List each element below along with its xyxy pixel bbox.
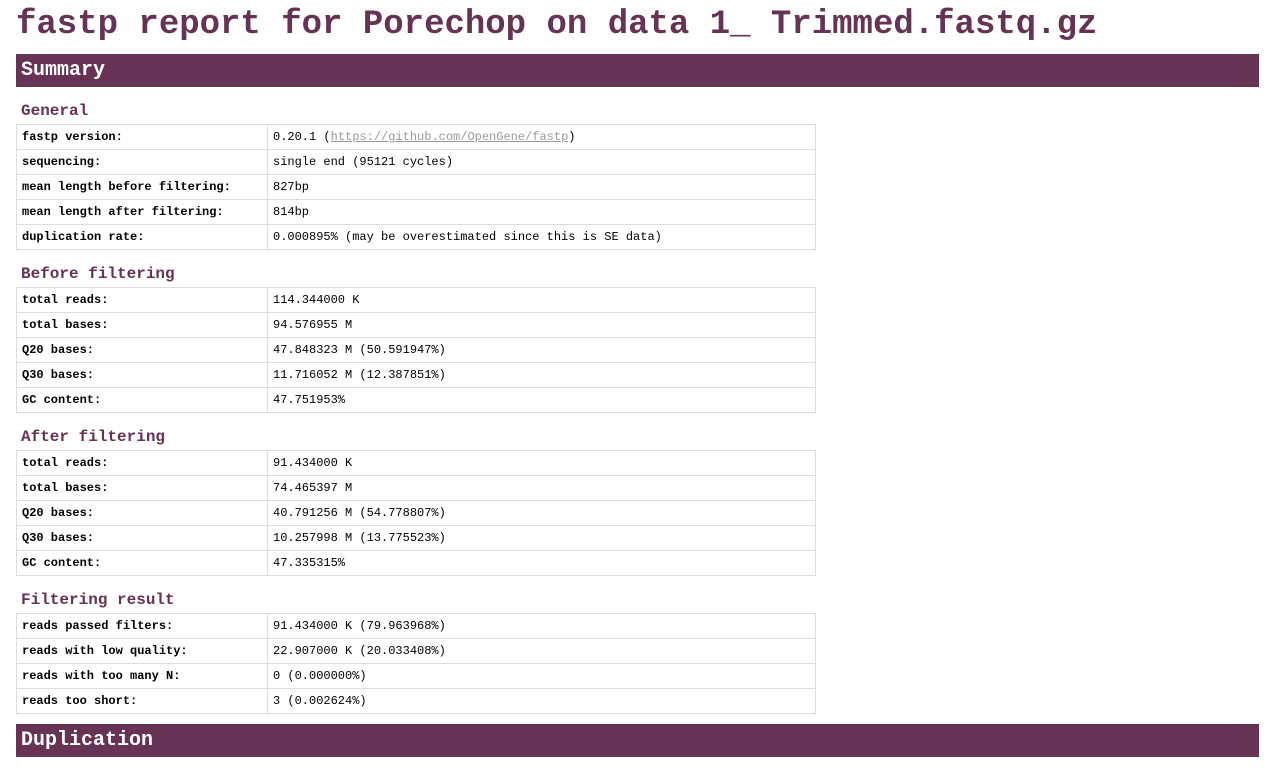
row-value: 0.20.1 (https://github.com/OpenGene/fast… <box>267 124 816 150</box>
row-value: 10.257998 M (13.775523%) <box>267 525 816 551</box>
row-label: reads with too many N: <box>16 663 268 689</box>
after-filtering-table: total reads: 91.434000 Ktotal bases: 74.46… <box>16 450 816 576</box>
table-row: total bases: 94.576955 M <box>16 312 816 338</box>
filtering-result-title: Filtering result <box>21 591 175 609</box>
row-value: 814bp <box>267 199 816 225</box>
section-summary-header[interactable]: Summary <box>16 54 1259 87</box>
row-label: fastp version: <box>16 124 268 150</box>
row-label: sequencing: <box>16 149 268 175</box>
table-row: duplication rate: 0.000895% (may be overe… <box>16 224 816 250</box>
row-label: total bases: <box>16 475 268 501</box>
row-value: 47.335315% <box>267 550 816 576</box>
table-row: reads too short: 3 (0.002624%) <box>16 688 816 714</box>
row-value: 91.434000 K <box>267 450 816 476</box>
row-label: reads passed filters: <box>16 613 268 639</box>
row-label: reads with low quality: <box>16 638 268 664</box>
row-value: 3 (0.002624%) <box>267 688 816 714</box>
table-row: GC content: 47.751953% <box>16 387 816 413</box>
row-label: Q30 bases: <box>16 525 268 551</box>
row-value: 94.576955 M <box>267 312 816 338</box>
before-filtering-table: total reads: 114.344000 Ktotal bases: 94.5… <box>16 287 816 413</box>
table-row: total reads: 91.434000 K <box>16 450 816 476</box>
row-value: 827bp <box>267 174 816 200</box>
row-label: Q20 bases: <box>16 337 268 363</box>
table-row: mean length before filtering: 827bp <box>16 174 816 200</box>
table-row: total reads: 114.344000 K <box>16 287 816 313</box>
row-label: total reads: <box>16 450 268 476</box>
row-value: 74.465397 M <box>267 475 816 501</box>
row-value: 47.848323 M (50.591947%) <box>267 337 816 363</box>
table-row: fastp version: 0.20.1 (https://github.co… <box>16 124 816 150</box>
row-label: Q20 bases: <box>16 500 268 526</box>
before-filtering-title: Before filtering <box>21 265 175 283</box>
table-row: total bases: 74.465397 M <box>16 475 816 501</box>
section-duplication-header[interactable]: Duplication <box>16 724 1259 757</box>
table-row: reads passed filters: 91.434000 K (79.963… <box>16 613 816 639</box>
row-label: total reads: <box>16 287 268 313</box>
page-title: fastp report for Porechop on data 1_ Tri… <box>16 6 1098 44</box>
row-value: 11.716052 M (12.387851%) <box>267 362 816 388</box>
row-value: 91.434000 K (79.963968%) <box>267 613 816 639</box>
general-table: fastp version: 0.20.1 (https://github.co… <box>16 124 816 250</box>
row-label: mean length after filtering: <box>16 199 268 225</box>
row-value: 47.751953% <box>267 387 816 413</box>
row-label: GC content: <box>16 387 268 413</box>
version-number: 0.20.1 <box>273 130 317 144</box>
table-row: Q20 bases: 40.791256 M (54.778807%) <box>16 500 816 526</box>
row-label: reads too short: <box>16 688 268 714</box>
row-value: single end (95121 cycles) <box>267 149 816 175</box>
row-label: total bases: <box>16 312 268 338</box>
table-row: sequencing: single end (95121 cycles) <box>16 149 816 175</box>
row-value: 22.907000 K (20.033408%) <box>267 638 816 664</box>
row-value: 0 (0.000000%) <box>267 663 816 689</box>
general-title: General <box>21 102 89 120</box>
fastp-link[interactable]: https://github.com/OpenGene/fastp <box>331 130 569 144</box>
table-row: GC content: 47.335315% <box>16 550 816 576</box>
row-label: GC content: <box>16 550 268 576</box>
row-value: 114.344000 K <box>267 287 816 313</box>
table-row: reads with too many N: 0 (0.000000%) <box>16 663 816 689</box>
row-label: Q30 bases: <box>16 362 268 388</box>
row-value: 0.000895% (may be overestimated since th… <box>267 224 816 250</box>
after-filtering-title: After filtering <box>21 428 166 446</box>
table-row: reads with low quality: 22.907000 K (20.0… <box>16 638 816 664</box>
row-label: mean length before filtering: <box>16 174 268 200</box>
table-row: Q30 bases: 10.257998 M (13.775523%) <box>16 525 816 551</box>
row-label: duplication rate: <box>16 224 268 250</box>
table-row: Q20 bases: 47.848323 M (50.591947%) <box>16 337 816 363</box>
table-row: mean length after filtering: 814bp <box>16 199 816 225</box>
row-value: 40.791256 M (54.778807%) <box>267 500 816 526</box>
table-row: Q30 bases: 11.716052 M (12.387851%) <box>16 362 816 388</box>
filtering-result-table: reads passed filters: 91.434000 K (79.963… <box>16 613 816 714</box>
